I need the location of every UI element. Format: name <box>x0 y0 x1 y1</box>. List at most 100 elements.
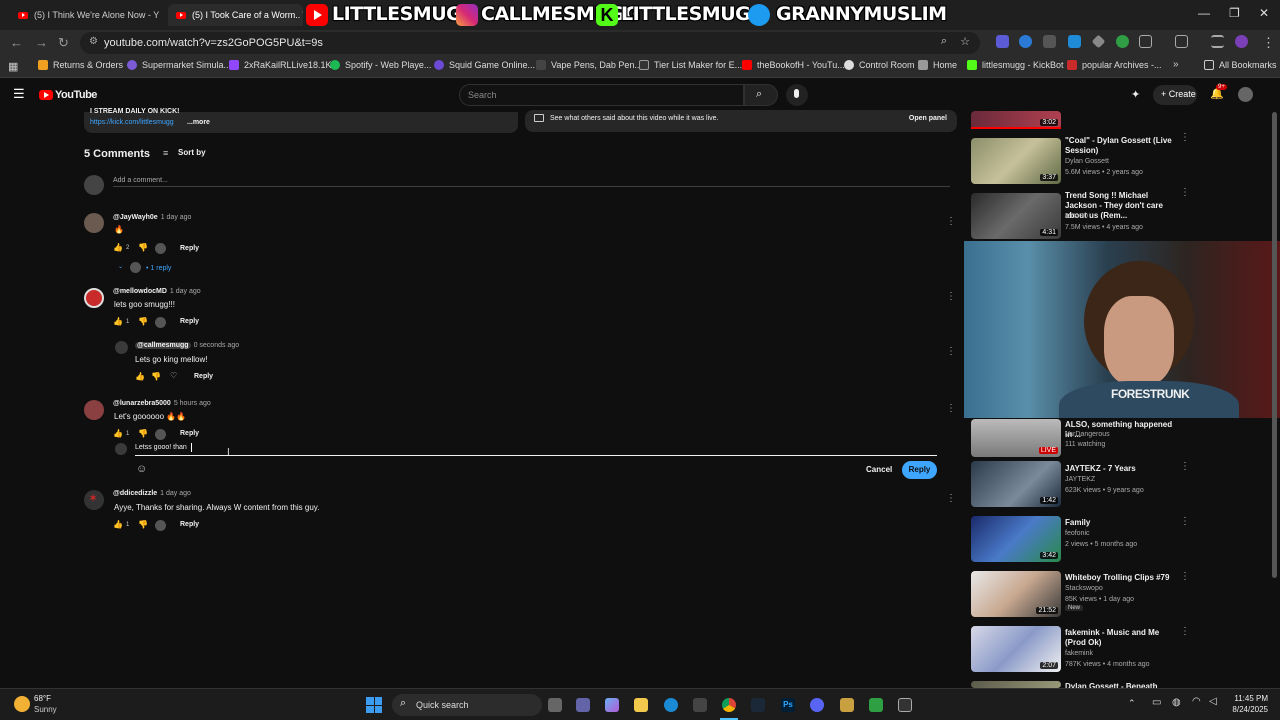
channel-name[interactable]: VarDangerous <box>1065 431 1110 438</box>
dislike-button[interactable]: 👎 <box>138 243 148 252</box>
video-thumbnail[interactable]: 21:52 <box>971 571 1061 617</box>
reply-button[interactable]: Reply <box>194 373 213 380</box>
cancel-button[interactable]: Cancel <box>866 465 892 474</box>
bookmark-star-icon[interactable]: ☆ <box>960 35 970 48</box>
like-button[interactable]: 👍 1 <box>113 429 129 438</box>
sparkle-icon[interactable]: ✦ <box>1131 88 1140 101</box>
sidebar-icon[interactable] <box>1175 35 1188 48</box>
channel-name[interactable]: fakemink <box>1065 650 1093 657</box>
bookmark-item[interactable]: 2xRaKailRLLive18.1K... <box>229 60 339 70</box>
video-thumbnail[interactable]: 3:37 <box>971 138 1061 184</box>
video-description[interactable]: I STREAM DAILY ON KICK! https://kick.com… <box>84 108 518 133</box>
volume-icon[interactable]: ◁ <box>1209 696 1217 707</box>
comment-menu-icon[interactable]: ⋮ <box>946 292 956 306</box>
extension-icon[interactable] <box>1043 35 1056 48</box>
weather-temp[interactable]: 68°F <box>34 694 51 703</box>
sort-icon[interactable]: ≡ <box>163 148 168 158</box>
video-title[interactable]: JAYTEKZ - 7 Years <box>1065 464 1173 474</box>
video-thumbnail[interactable]: 4:31 <box>971 193 1061 239</box>
comment-author[interactable]: @ddicedizzle 1 day ago <box>113 490 191 497</box>
video-title[interactable]: "Coal" - Dylan Gossett (Live Session) <box>1065 136 1173 156</box>
video-menu-icon[interactable]: ⋮ <box>1180 188 1190 202</box>
bookmark-item[interactable]: Tier List Maker for E... <box>639 60 742 70</box>
copilot-icon[interactable] <box>605 698 619 712</box>
bookmark-item[interactable]: Supermarket Simula... <box>127 60 231 70</box>
reply-button[interactable]: Reply <box>180 318 199 325</box>
teams-icon[interactable] <box>576 698 590 712</box>
bookmark-item[interactable]: Control Room <box>844 60 915 70</box>
create-button[interactable]: + Create <box>1153 85 1197 105</box>
like-button[interactable]: 👍 <box>135 372 145 381</box>
channel-name[interactable]: Stackswopo <box>1065 585 1103 592</box>
reply-input[interactable]: Letss gooo! than <box>135 444 187 451</box>
url-input[interactable]: ⚙ youtube.com/watch?v=zs2GoPOG5PU&t=9s ☆… <box>80 32 980 54</box>
open-panel-button[interactable]: Open panel <box>909 115 947 122</box>
bookmarks-overflow-icon[interactable]: » <box>1173 59 1179 70</box>
weather-desc[interactable]: Sunny <box>34 705 57 714</box>
comment-menu-icon[interactable]: ⋮ <box>946 404 956 418</box>
chevron-down-icon[interactable]: ⌄ <box>118 263 123 270</box>
voice-search-button[interactable] <box>786 84 808 106</box>
dislike-button[interactable]: 👎 <box>151 372 161 381</box>
avatar[interactable] <box>84 213 104 233</box>
dislike-button[interactable]: 👎 <box>138 520 148 529</box>
dislike-button[interactable]: 👎 <box>138 429 148 438</box>
forward-arrow-icon[interactable]: → <box>35 35 48 50</box>
weather-sun-icon[interactable] <box>14 696 30 712</box>
comment-menu-icon[interactable]: ⋮ <box>946 347 956 361</box>
discord-icon[interactable] <box>810 698 824 712</box>
extension-icon[interactable] <box>1116 35 1129 48</box>
dislike-button[interactable]: 👎 <box>138 317 148 326</box>
tray-icon[interactable]: ◍ <box>1172 697 1181 708</box>
page-scrollbar[interactable] <box>1272 112 1277 578</box>
comment-menu-icon[interactable]: ⋮ <box>946 494 956 508</box>
like-button[interactable]: 👍 2 <box>113 243 129 252</box>
video-thumbnail[interactable]: 1:42 <box>971 461 1061 507</box>
bookmark-item[interactable]: popular Archives -... <box>1067 60 1162 70</box>
all-bookmarks-button[interactable]: All Bookmarks <box>1204 60 1277 70</box>
zoom-icon[interactable]: ⌕ <box>941 35 947 48</box>
reply-button[interactable]: Reply <box>180 430 199 437</box>
app-icon[interactable] <box>869 698 883 712</box>
view-replies-button[interactable]: • 1 reply <box>146 265 171 272</box>
store-icon[interactable] <box>693 698 707 712</box>
avatar[interactable] <box>115 341 128 354</box>
comment-author[interactable]: @callmesmugg 0 seconds ago <box>135 342 239 349</box>
extension-icon[interactable] <box>1068 35 1081 48</box>
video-title[interactable]: fakemink - Music and Me (Prod Ok) <box>1065 628 1173 648</box>
site-info-icon[interactable]: ⚙ <box>89 36 98 47</box>
heart-icon[interactable]: ♡ <box>170 371 177 380</box>
extensions-puzzle-icon[interactable] <box>1139 35 1152 48</box>
channel-name[interactable]: JAYTEKZ <box>1065 476 1095 483</box>
account-avatar[interactable] <box>1238 87 1253 102</box>
video-title[interactable]: Whiteboy Trolling Clips #79 <box>1065 573 1173 583</box>
downloads-icon[interactable] <box>1211 35 1224 48</box>
video-menu-icon[interactable]: ⋮ <box>1180 572 1190 586</box>
app-icon[interactable] <box>898 698 912 712</box>
maximize-icon[interactable]: ❐ <box>1229 6 1240 20</box>
like-button[interactable]: 👍 1 <box>113 317 129 326</box>
browser-menu-icon[interactable]: ⋮ <box>1262 35 1275 51</box>
reply-button[interactable]: Reply <box>180 521 199 528</box>
tray-chevron-icon[interactable]: ⌃ <box>1128 698 1136 709</box>
hamburger-menu-icon[interactable]: ☰ <box>13 86 25 102</box>
avatar[interactable]: ✶ <box>84 490 104 510</box>
extension-icon[interactable] <box>1019 35 1032 48</box>
description-link[interactable]: https://kick.com/littlesmugg <box>90 119 174 126</box>
browser-tab-1[interactable]: (5) I Think We're Alone Now - Y <box>10 4 160 26</box>
file-explorer-icon[interactable] <box>634 698 648 712</box>
bookmark-item[interactable]: Spotify - Web Playe... <box>330 60 431 70</box>
youtube-logo-text[interactable]: YouTube <box>55 89 97 101</box>
comment-menu-icon[interactable]: ⋮ <box>946 217 956 231</box>
sort-by-button[interactable]: Sort by <box>178 148 206 157</box>
windows-start-icon[interactable] <box>366 697 382 713</box>
comment-author[interactable]: @lunarzebra5000 5 hours ago <box>113 400 211 407</box>
photoshop-icon[interactable]: Ps <box>781 698 795 712</box>
edge-icon[interactable] <box>664 698 678 712</box>
clock-time[interactable]: 11:45 PM <box>1222 694 1268 703</box>
channel-name[interactable]: Dylan Gossett <box>1065 158 1109 165</box>
browser-tab-2[interactable]: (5) I Took Care of a Worm.. The <box>168 4 303 26</box>
clock-date[interactable]: 8/24/2025 <box>1222 705 1268 714</box>
search-input[interactable]: Search <box>459 84 744 106</box>
extension-icon[interactable] <box>996 35 1009 48</box>
